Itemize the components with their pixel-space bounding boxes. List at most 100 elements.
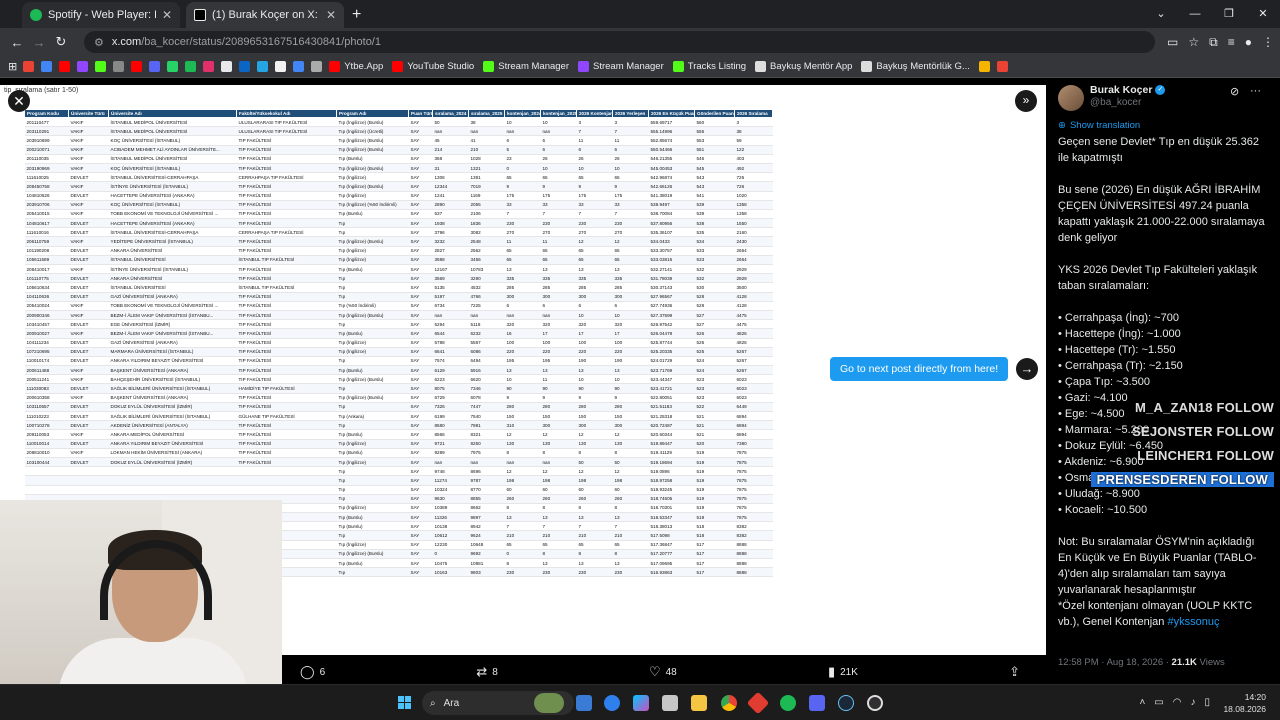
table-cell: 65: [540, 255, 577, 266]
copilot-icon[interactable]: [633, 695, 649, 711]
wifi-icon[interactable]: ◠: [1173, 697, 1182, 708]
volume-icon[interactable]: ♪: [1190, 697, 1195, 708]
bookmark-item[interactable]: [185, 61, 200, 72]
maximize-icon[interactable]: ❐: [1212, 0, 1246, 28]
apps-grid-icon[interactable]: ⊞: [8, 60, 17, 73]
table-cell: 539: [694, 209, 735, 220]
bookmark-item[interactable]: [311, 61, 326, 72]
bookmark-item[interactable]: [113, 61, 128, 72]
new-tab-button[interactable]: +: [352, 2, 361, 28]
bookmark-star-icon[interactable]: ☆: [1188, 35, 1199, 50]
bookmark-favicon-icon: [95, 61, 107, 72]
repost-button[interactable]: ⇄ 8: [476, 664, 497, 680]
share-button[interactable]: ⇪: [1009, 664, 1020, 680]
close-tab-icon[interactable]: ✕: [162, 8, 172, 22]
bookmark-item[interactable]: [41, 61, 56, 72]
views-button[interactable]: ▮ 21K: [828, 664, 858, 680]
table-cell: 517.36847: [648, 540, 695, 550]
close-window-icon[interactable]: ✕: [1246, 0, 1280, 28]
tray-chevron-icon[interactable]: ˄: [1139, 697, 1145, 708]
back-icon[interactable]: ←: [6, 35, 28, 50]
tab-x-post[interactable]: (1) Burak Koçer on X: "Geçen se ✕: [186, 2, 344, 28]
bookmark-item[interactable]: [59, 61, 74, 72]
bookmark-item[interactable]: Ytbe.App: [329, 61, 383, 72]
taskbar-clock[interactable]: 14:20 18.08.2026: [1223, 691, 1266, 715]
site-info-icon[interactable]: ⚙: [94, 36, 104, 49]
bookmark-item[interactable]: Baykuş Mentör App: [755, 61, 852, 72]
table-cell: VAKIF: [68, 301, 109, 311]
bookmark-item[interactable]: [293, 61, 308, 72]
table-cell: 528: [694, 292, 735, 302]
table-cell: Tıp: [336, 319, 409, 330]
steam-icon[interactable]: [838, 695, 854, 711]
reply-button[interactable]: ◯ 6: [300, 664, 325, 680]
menu-icon[interactable]: ⋮: [1262, 35, 1274, 50]
profile-icon[interactable]: ●: [1245, 35, 1252, 50]
bookmark-item[interactable]: Stream Manager: [578, 61, 664, 72]
bookmark-item[interactable]: [239, 61, 254, 72]
more-options-icon[interactable]: ···: [1250, 85, 1261, 97]
bookmark-item[interactable]: [221, 61, 236, 72]
table-cell: 280: [612, 402, 649, 413]
bookmark-item[interactable]: [257, 61, 272, 72]
widgets-icon[interactable]: [534, 693, 564, 713]
author-name[interactable]: Burak Koçer ✓: [1090, 84, 1166, 96]
tweet-timestamp[interactable]: 12:58 PM · Aug 18, 2026 ·: [1058, 657, 1172, 668]
discord-icon[interactable]: [809, 695, 825, 711]
table-row: 206110759 VAKIF YEDİTEPE ÜNİVERSİTESİ (İST…: [24, 236, 773, 247]
reload-icon[interactable]: ↻: [50, 34, 72, 50]
next-post-button[interactable]: →: [1016, 358, 1038, 380]
close-tab-icon[interactable]: ✕: [326, 8, 336, 22]
bookmark-item[interactable]: [275, 61, 290, 72]
table-cell: SAY: [408, 558, 433, 569]
bookmark-item[interactable]: YouTube Studio: [392, 61, 474, 72]
chrome-icon[interactable]: [721, 695, 737, 711]
table-cell: 537: [432, 209, 469, 220]
battery-icon[interactable]: ▯: [1204, 697, 1210, 708]
bookmark-item[interactable]: Baykuş Mentörlük G...: [861, 61, 970, 72]
author-handle[interactable]: @ba_kocer: [1090, 97, 1141, 108]
table-cell: SAY: [408, 365, 433, 376]
table-cell: 65: [576, 172, 613, 183]
minimize-icon[interactable]: —: [1178, 0, 1212, 28]
bookmark-item[interactable]: [978, 61, 994, 72]
extensions-icon[interactable]: ⧉: [1209, 35, 1218, 50]
hashtag-link[interactable]: #ykssonuç: [1167, 616, 1219, 628]
bookmark-item[interactable]: [996, 61, 1012, 72]
like-button[interactable]: ♡ 48: [649, 664, 677, 680]
close-viewer-button[interactable]: ✕: [8, 90, 30, 112]
show-translation-link[interactable]: ⊕ Show translation: [1058, 120, 1140, 131]
bookmark-item[interactable]: [149, 61, 164, 72]
table-cell: 3: [734, 117, 773, 128]
obs-icon[interactable]: [867, 695, 883, 711]
spotify-taskbar-icon[interactable]: [780, 695, 796, 711]
table-cell: Tıp (İngilizce) (Burslu): [336, 117, 409, 128]
network-icon[interactable]: ▭: [1154, 697, 1163, 708]
bookmark-item[interactable]: [77, 61, 92, 72]
grok-icon[interactable]: ⊘: [1230, 85, 1239, 98]
bookmark-item[interactable]: [167, 61, 182, 72]
url-bar[interactable]: ⚙ x.com /ba_kocer/status/208965316751643…: [84, 31, 1156, 53]
collapse-sidebar-button[interactable]: »: [1015, 90, 1037, 112]
avatar[interactable]: [1058, 85, 1084, 111]
file-explorer-alt-icon[interactable]: [576, 695, 592, 711]
media-icon[interactable]: ≡: [1228, 35, 1235, 50]
app-red-icon[interactable]: [746, 691, 770, 715]
bookmark-item[interactable]: Stream Manager: [483, 61, 569, 72]
bookmark-item[interactable]: Tracks Listing: [672, 61, 746, 72]
store-icon[interactable]: [662, 695, 678, 711]
bookmark-item[interactable]: [23, 61, 38, 72]
bookmark-item[interactable]: [95, 61, 110, 72]
file-explorer-icon[interactable]: [691, 695, 707, 711]
tab-spotify[interactable]: Spotify - Web Player: Herkes için ✕: [22, 2, 180, 28]
bookmark-item[interactable]: [131, 61, 146, 72]
cast-icon[interactable]: ▭: [1167, 35, 1178, 50]
bookmark-item[interactable]: [203, 61, 218, 72]
forward-icon[interactable]: →: [28, 35, 50, 50]
help-icon[interactable]: [604, 695, 620, 711]
start-button-icon[interactable]: [398, 696, 411, 709]
table-cell: 6199: [432, 411, 469, 422]
table-cell: İSTANBUL TIP FAKÜLTESİ: [236, 255, 337, 266]
table-cell: 538: [694, 218, 735, 229]
tab-search-icon[interactable]: ⌄: [1144, 0, 1178, 28]
